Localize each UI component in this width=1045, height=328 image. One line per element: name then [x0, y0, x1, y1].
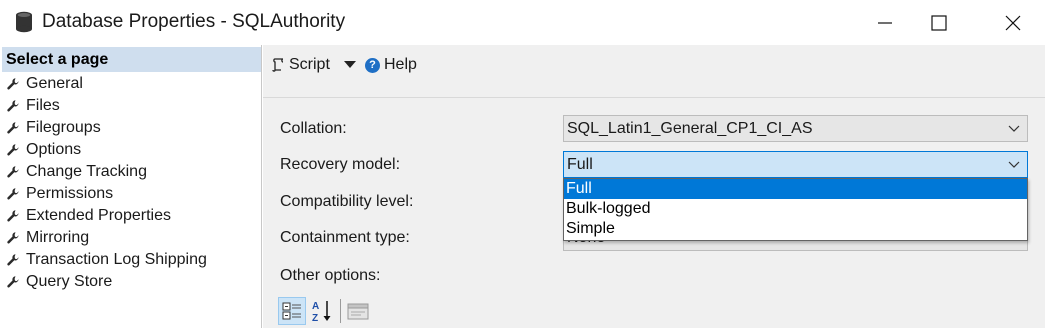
recovery-model-select[interactable]: Full: [563, 151, 1028, 178]
database-properties-window: Database Properties - SQLAuthority Selec…: [0, 0, 1045, 328]
page-item-label: General: [26, 75, 83, 92]
property-pages-button[interactable]: [344, 297, 372, 325]
caret-down-icon: [344, 61, 356, 68]
page-item-label: Change Tracking: [26, 163, 147, 180]
page-item-general[interactable]: General: [6, 74, 256, 94]
recovery-option-bulk-logged[interactable]: Bulk-logged: [564, 199, 1027, 219]
wrench-icon: [7, 276, 19, 288]
categorized-icon: [282, 302, 301, 320]
wrench-icon: [7, 232, 19, 244]
help-label: Help: [384, 56, 417, 73]
help-button[interactable]: ? Help: [365, 54, 417, 76]
options-page-panel: Script ? Help Collation: SQL_Latin1_Gene…: [263, 45, 1045, 328]
dialog-toolbar: Script ? Help: [263, 45, 1045, 98]
select-page-title: Select a page: [6, 51, 109, 68]
recovery-model-label: Recovery model:: [280, 156, 401, 173]
window-title: Database Properties - SQLAuthority: [42, 11, 346, 32]
page-item-filegroups[interactable]: Filegroups: [6, 118, 256, 138]
wrench-icon: [7, 210, 19, 222]
maximize-icon: [931, 14, 947, 31]
page-item-label: Extended Properties: [26, 207, 171, 224]
recovery-option-full[interactable]: Full: [564, 179, 1027, 199]
wrench-icon: [7, 188, 19, 200]
page-item-permissions[interactable]: Permissions: [6, 184, 256, 204]
options-form: Collation: SQL_Latin1_General_CP1_CI_AS …: [263, 99, 1045, 328]
wrench-icon: [7, 100, 19, 112]
property-pages-icon: [347, 303, 369, 320]
page-item-query-store[interactable]: Query Store: [6, 272, 256, 292]
wrench-icon: [7, 144, 19, 156]
select-page-header: Select a page: [2, 47, 261, 72]
wrench-icon: [7, 254, 19, 266]
page-item-label: Transaction Log Shipping: [26, 251, 207, 268]
sort-alphabetical-icon: A Z: [312, 301, 331, 323]
property-grid-toolbar: A Z: [278, 297, 398, 327]
svg-text:Z: Z: [312, 313, 318, 323]
help-icon: ?: [365, 57, 380, 73]
page-item-label: Filegroups: [26, 119, 101, 136]
containment-type-label: Containment type:: [280, 229, 410, 246]
page-item-label: Query Store: [26, 273, 113, 290]
alphabetical-sort-button[interactable]: A Z: [308, 297, 336, 325]
page-item-label: Options: [26, 141, 82, 158]
collation-label: Collation:: [280, 120, 347, 137]
wrench-icon: [7, 78, 19, 90]
chevron-down-icon: [1008, 161, 1020, 168]
minimize-icon: [878, 21, 892, 24]
page-item-label: Permissions: [26, 185, 114, 202]
categorized-button[interactable]: [278, 297, 306, 325]
minimize-button[interactable]: [862, 0, 908, 45]
recovery-model-dropdown: Full Bulk-logged Simple: [563, 178, 1028, 241]
compatibility-level-label: Compatibility level:: [280, 193, 414, 210]
collation-value: SQL_Latin1_General_CP1_CI_AS: [567, 120, 813, 137]
script-dropdown-button[interactable]: [343, 54, 357, 76]
database-icon: [16, 11, 32, 33]
close-icon: [1005, 15, 1021, 30]
close-button[interactable]: [990, 0, 1036, 45]
script-label: Script: [289, 56, 330, 73]
chevron-down-icon: [1008, 125, 1020, 132]
recovery-option-simple[interactable]: Simple: [564, 219, 1027, 239]
page-item-extended-properties[interactable]: Extended Properties: [6, 206, 256, 226]
page-item-change-tracking[interactable]: Change Tracking: [6, 162, 256, 182]
maximize-button[interactable]: [916, 0, 962, 45]
script-icon: [272, 58, 284, 72]
page-item-options[interactable]: Options: [6, 140, 256, 160]
select-page-panel: Select a page General Files Filegroups O…: [0, 45, 262, 328]
collation-select[interactable]: SQL_Latin1_General_CP1_CI_AS: [563, 115, 1028, 142]
svg-text:A: A: [312, 301, 319, 312]
other-options-label: Other options:: [280, 267, 381, 284]
recovery-model-value: Full: [567, 156, 593, 173]
wrench-icon: [7, 166, 19, 178]
page-item-files[interactable]: Files: [6, 96, 256, 116]
toolbar-separator: [340, 299, 341, 323]
wrench-icon: [7, 122, 19, 134]
page-item-mirroring[interactable]: Mirroring: [6, 228, 256, 248]
page-item-label: Mirroring: [26, 229, 90, 246]
page-item-transaction-log-shipping[interactable]: Transaction Log Shipping: [6, 250, 256, 270]
script-button[interactable]: Script: [271, 54, 330, 76]
title-bar: Database Properties - SQLAuthority: [0, 0, 1045, 45]
page-item-label: Files: [26, 97, 60, 114]
